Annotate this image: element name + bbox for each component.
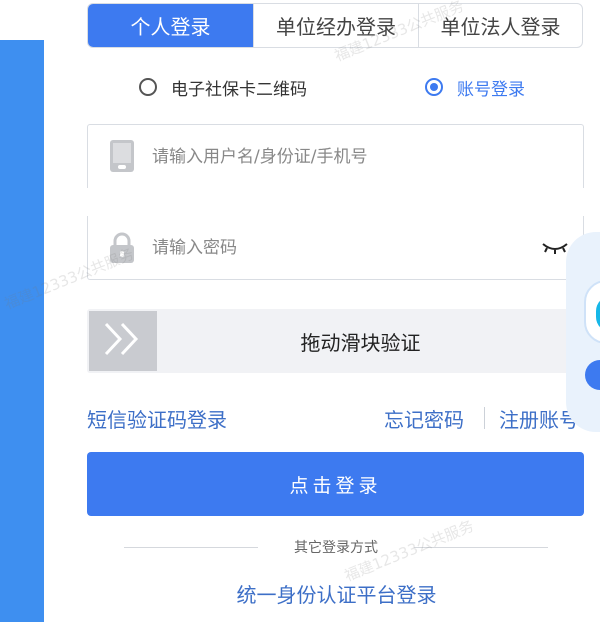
radio-button-checked[interactable] (425, 78, 443, 96)
other-methods-label: 其它登录方式 (294, 540, 378, 556)
radio-account-login[interactable]: 账号登录 (425, 75, 525, 100)
tab-personal-login[interactable]: 个人登录 (88, 4, 253, 47)
sms-login-link[interactable]: 短信验证码登录 (87, 404, 227, 433)
password-input[interactable] (152, 216, 512, 279)
divider-line-left (124, 547, 258, 548)
radio-qr-login[interactable]: 电子社保卡二维码 (139, 75, 307, 100)
left-side-banner (0, 40, 44, 622)
slider-verification: 拖动滑块验证 (87, 309, 584, 373)
divider-line-right (414, 547, 548, 548)
password-field (87, 216, 584, 280)
lock-icon (109, 232, 135, 268)
radio-qr-label: 电子社保卡二维码 (171, 79, 307, 100)
slider-handle[interactable] (89, 311, 157, 371)
tab-unit-legal-login[interactable]: 单位法人登录 (418, 4, 582, 47)
login-type-tabs: 个人登录 单位经办登录 单位法人登录 (87, 3, 583, 48)
username-field (87, 124, 584, 188)
unified-auth-login-link[interactable]: 统一身份认证平台登录 (0, 579, 600, 608)
phone-icon (109, 139, 135, 177)
radio-button-unchecked[interactable] (139, 78, 157, 96)
link-divider (484, 407, 485, 429)
radio-account-label: 账号登录 (457, 79, 525, 100)
eye-closed-icon[interactable] (541, 240, 569, 259)
login-button[interactable]: 点击登录 (87, 452, 584, 516)
double-chevron-right-icon (102, 321, 144, 361)
username-input[interactable] (152, 125, 512, 188)
slider-label: 拖动滑块验证 (300, 330, 421, 355)
tab-unit-agent-login[interactable]: 单位经办登录 (253, 4, 418, 47)
forgot-password-link[interactable]: 忘记密码 (384, 404, 464, 433)
